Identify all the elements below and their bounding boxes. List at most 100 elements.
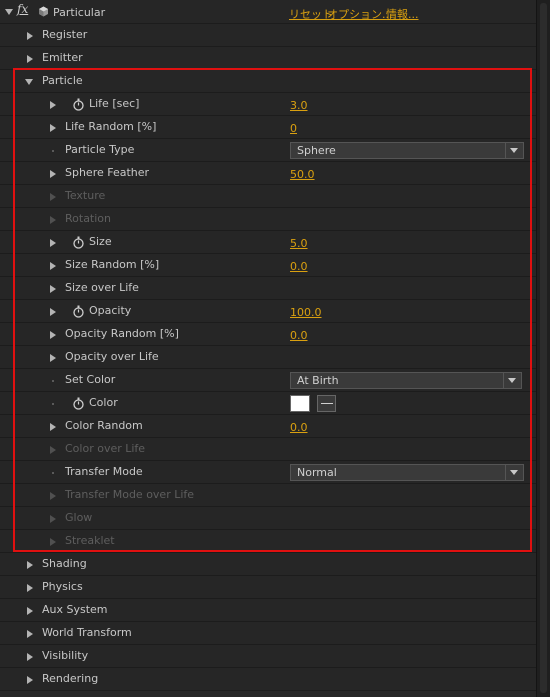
group-size-over-life[interactable]: Size over Life [0, 277, 536, 300]
group-streaklet: Streaklet [0, 530, 536, 553]
group-particle[interactable]: Particle [0, 70, 536, 93]
expand-triangle-icon [50, 538, 56, 546]
expand-triangle-icon[interactable] [27, 630, 33, 638]
stopwatch-icon[interactable] [72, 305, 85, 318]
expand-triangle-icon[interactable] [50, 262, 56, 270]
expand-triangle-icon[interactable] [27, 561, 33, 569]
opacity-value[interactable]: 100.0 [290, 306, 322, 319]
expand-triangle-icon[interactable] [50, 239, 56, 247]
expand-triangle-icon[interactable] [27, 676, 33, 684]
chevron-down-icon [508, 378, 516, 383]
expand-triangle-icon[interactable] [27, 55, 33, 63]
opacity-random-value[interactable]: 0.0 [290, 329, 308, 342]
vertical-scrollbar[interactable] [536, 0, 550, 697]
group-label: Shading [42, 557, 87, 570]
group-aux-system[interactable]: Aux System [0, 599, 536, 622]
size-value[interactable]: 5.0 [290, 237, 308, 250]
param-label: Transfer Mode [65, 465, 143, 478]
options-link[interactable]: オプション... [327, 6, 393, 22]
group-world-transform[interactable]: World Transform [0, 622, 536, 645]
expand-triangle-icon[interactable] [50, 423, 56, 431]
collapse-effect-triangle-icon[interactable] [5, 9, 13, 15]
expand-triangle-icon[interactable] [50, 285, 56, 293]
particle-type-dropdown[interactable]: Sphere [290, 142, 524, 159]
expand-triangle-icon [50, 446, 56, 454]
expand-triangle-icon [50, 193, 56, 201]
group-color-over-life: Color over Life [0, 438, 536, 461]
param-life-random[interactable]: Life Random [%] 0 [0, 116, 536, 139]
group-label: World Transform [42, 626, 132, 639]
expand-triangle-icon[interactable] [27, 653, 33, 661]
param-label: Sphere Feather [65, 166, 150, 179]
group-register[interactable]: Register [0, 24, 536, 47]
dropdown-arrow-button[interactable] [505, 465, 523, 480]
life-value[interactable]: 3.0 [290, 99, 308, 112]
bullet-dot [52, 472, 54, 474]
param-label: Opacity over Life [65, 350, 159, 363]
group-rotation: Rotation [0, 208, 536, 231]
param-label: Glow [65, 511, 93, 524]
param-label: Life Random [%] [65, 120, 157, 133]
param-opacity-random[interactable]: Opacity Random [%] 0.0 [0, 323, 536, 346]
expand-triangle-icon [50, 492, 56, 500]
group-label: Rendering [42, 672, 99, 685]
scrollbar-thumb[interactable] [540, 3, 547, 693]
dropdown-arrow-button[interactable] [505, 143, 523, 158]
group-shading[interactable]: Shading [0, 553, 536, 576]
param-life[interactable]: Life [sec] 3.0 [0, 93, 536, 116]
effect-header-row[interactable]: fx Particular リセット オプション... 情報... [0, 0, 536, 24]
param-label: Particle Type [65, 143, 135, 156]
group-transfer-mode-over-life: Transfer Mode over Life [0, 484, 536, 507]
color-random-value[interactable]: 0.0 [290, 421, 308, 434]
param-opacity[interactable]: Opacity 100.0 [0, 300, 536, 323]
param-set-color: Set Color At Birth [0, 369, 536, 392]
expand-triangle-icon [50, 216, 56, 224]
group-opacity-over-life[interactable]: Opacity over Life [0, 346, 536, 369]
group-texture: Texture [0, 185, 536, 208]
sphere-feather-value[interactable]: 50.0 [290, 168, 315, 181]
chevron-down-icon [510, 148, 518, 153]
expand-triangle-icon [50, 515, 56, 523]
expand-triangle-icon[interactable] [27, 32, 33, 40]
expand-triangle-icon[interactable] [50, 170, 56, 178]
expand-triangle-icon[interactable] [27, 607, 33, 615]
param-size-random[interactable]: Size Random [%] 0.0 [0, 254, 536, 277]
param-sphere-feather[interactable]: Sphere Feather 50.0 [0, 162, 536, 185]
expand-triangle-icon[interactable] [50, 101, 56, 109]
transfer-mode-dropdown[interactable]: Normal [290, 464, 524, 481]
expand-triangle-icon[interactable] [50, 124, 56, 132]
param-label: Opacity [89, 304, 132, 317]
set-color-dropdown[interactable]: At Birth [290, 372, 522, 389]
dropdown-arrow-button[interactable] [503, 373, 521, 388]
group-label: Register [42, 28, 88, 41]
param-label: Size [89, 235, 112, 248]
stopwatch-icon[interactable] [72, 98, 85, 111]
param-label: Size over Life [65, 281, 139, 294]
param-label: Streaklet [65, 534, 115, 547]
expand-triangle-icon[interactable] [27, 584, 33, 592]
group-emitter[interactable]: Emitter [0, 47, 536, 70]
dropdown-selected-value: At Birth [297, 374, 339, 387]
effect-name: Particular [53, 6, 106, 19]
expand-triangle-icon[interactable] [50, 331, 56, 339]
stopwatch-icon[interactable] [72, 236, 85, 249]
collapse-triangle-icon[interactable] [25, 79, 33, 85]
eyedropper-button[interactable] [317, 395, 336, 412]
stopwatch-icon[interactable] [72, 397, 85, 410]
group-physics[interactable]: Physics [0, 576, 536, 599]
group-label: Aux System [42, 603, 108, 616]
param-transfer-mode: Transfer Mode Normal [0, 461, 536, 484]
life-random-value[interactable]: 0 [290, 122, 297, 135]
fx-toggle-icon[interactable]: fx [17, 2, 28, 16]
bullet-dot [52, 150, 54, 152]
expand-triangle-icon[interactable] [50, 308, 56, 316]
color-swatch[interactable] [290, 395, 310, 412]
about-link[interactable]: 情報... [386, 6, 419, 22]
group-rendering[interactable]: Rendering [0, 668, 536, 691]
param-label: Set Color [65, 373, 116, 386]
param-size[interactable]: Size 5.0 [0, 231, 536, 254]
expand-triangle-icon[interactable] [50, 354, 56, 362]
group-visibility[interactable]: Visibility [0, 645, 536, 668]
param-color-random[interactable]: Color Random 0.0 [0, 415, 536, 438]
size-random-value[interactable]: 0.0 [290, 260, 308, 273]
